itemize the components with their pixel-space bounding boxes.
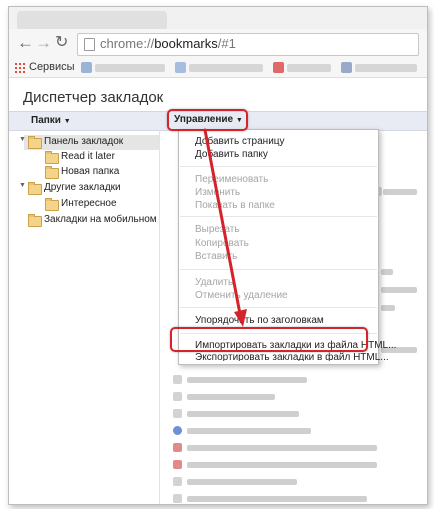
url-path: /#1 [217, 36, 236, 51]
browser-window: ← → ↻ chrome://bookmarks/#1 Сервисы Дисп… [8, 6, 428, 505]
menu-separator [180, 166, 377, 167]
tree-item-label: Закладки на мобильном [44, 214, 157, 225]
reload-icon[interactable]: ↻ [55, 33, 68, 53]
folder-icon [28, 136, 42, 149]
menu-item-edit: Изменить [195, 187, 241, 198]
url-scheme: chrome:// [100, 36, 155, 51]
bookmark-favicon[interactable] [173, 426, 182, 435]
folder-icon [45, 151, 59, 164]
address-bar[interactable]: chrome://bookmarks/#1 [77, 33, 419, 56]
tree-item-label: Новая папка [61, 166, 120, 177]
bookmark-item[interactable] [189, 64, 263, 72]
highlight-import-item [170, 327, 368, 352]
bookmark-row[interactable] [187, 377, 307, 383]
tree-item-label: Интересное [61, 198, 117, 209]
bookmark-favicon[interactable] [173, 409, 182, 418]
tree-item-other-bookmarks[interactable]: ▼ Другие закладки [15, 181, 159, 196]
bookmark-row[interactable] [383, 189, 417, 195]
page-icon [84, 38, 95, 51]
expand-arrow-icon[interactable]: ▼ [19, 136, 26, 143]
url-host: bookmarks [154, 36, 218, 51]
folders-label: Папки [31, 115, 61, 126]
menu-item-show-in-folder: Показать в папке [195, 200, 275, 211]
bookmark-row[interactable] [187, 411, 299, 417]
bookmark-favicon[interactable] [173, 443, 182, 452]
bookmark-favicon[interactable] [175, 62, 186, 73]
highlight-manage-button [167, 109, 248, 131]
tree-item-label: Панель закладок [44, 136, 124, 147]
menu-item-rename: Переименовать [195, 174, 269, 185]
menu-item-add-page[interactable]: Добавить страницу [195, 136, 285, 147]
bookmark-item[interactable] [287, 64, 331, 72]
tree-item-label: Другие закладки [44, 182, 121, 193]
bookmark-row[interactable] [187, 428, 311, 434]
menu-item-paste: Вставить [195, 251, 238, 262]
bookmark-item[interactable] [95, 64, 165, 72]
bookmark-row[interactable] [187, 445, 377, 451]
menu-item-cut: Вырезать [195, 224, 240, 235]
bookmarks-bar: Сервисы [9, 59, 427, 78]
tree-item-new-folder[interactable]: Новая папка [15, 165, 159, 180]
menu-item-sort-by-title[interactable]: Упорядочить по заголовкам [195, 315, 324, 326]
menu-item-undo-delete: Отменить удаление [195, 290, 288, 301]
bookmark-favicon[interactable] [173, 494, 182, 503]
bookmark-row[interactable] [381, 269, 393, 275]
bookmark-favicon[interactable] [273, 62, 284, 73]
expand-arrow-icon[interactable]: ▼ [19, 182, 26, 189]
tree-item-bookmarks-bar[interactable]: ▼ Панель закладок [15, 135, 159, 150]
bookmark-row[interactable] [381, 287, 417, 293]
tree-item-mobile-bookmarks[interactable]: Закладки на мобильном [15, 213, 159, 228]
forward-icon[interactable]: → [35, 33, 52, 53]
menu-item-copy: Копировать [195, 238, 249, 249]
bookmark-favicon[interactable] [81, 62, 92, 73]
menu-item-export-html[interactable]: Экспортировать закладки в файл HTML... [195, 352, 389, 361]
bookmark-row[interactable] [187, 394, 275, 400]
tab[interactable] [17, 11, 167, 29]
tab-strip [9, 7, 427, 29]
bookmark-favicon[interactable] [173, 460, 182, 469]
bookmark-row[interactable] [381, 305, 395, 311]
bookmark-favicon[interactable] [341, 62, 352, 73]
folder-icon [28, 182, 42, 195]
page-title: Диспетчер закладок [23, 89, 164, 106]
bookmark-favicon[interactable] [173, 375, 182, 384]
folder-icon [45, 198, 59, 211]
folder-icon [45, 166, 59, 179]
caret-down-icon: ▼ [63, 118, 71, 125]
menu-separator [180, 307, 377, 308]
bookmark-row[interactable] [187, 462, 377, 468]
back-icon[interactable]: ← [17, 33, 34, 53]
apps-label[interactable]: Сервисы [29, 61, 75, 73]
bookmark-row[interactable] [187, 479, 297, 485]
bookmark-item[interactable] [355, 64, 417, 72]
bookmark-favicon[interactable] [173, 477, 182, 486]
folders-menu-button[interactable]: Папки ▼ [31, 115, 71, 126]
menu-separator [180, 269, 377, 270]
menu-separator [180, 216, 377, 217]
pane-splitter[interactable] [159, 130, 160, 504]
menu-item-delete: Удалить [195, 277, 234, 288]
menu-item-add-folder[interactable]: Добавить папку [195, 149, 268, 160]
tree-item-label: Read it later [61, 151, 115, 162]
folder-icon [28, 214, 42, 227]
tree-item-interesting[interactable]: Интересное [15, 197, 159, 212]
bookmark-row[interactable] [187, 496, 367, 502]
tree-item-read-it-later[interactable]: Read it later [15, 150, 159, 165]
apps-icon[interactable] [15, 63, 25, 73]
bookmark-favicon[interactable] [173, 392, 182, 401]
url-text[interactable]: chrome://bookmarks/#1 [100, 36, 236, 51]
